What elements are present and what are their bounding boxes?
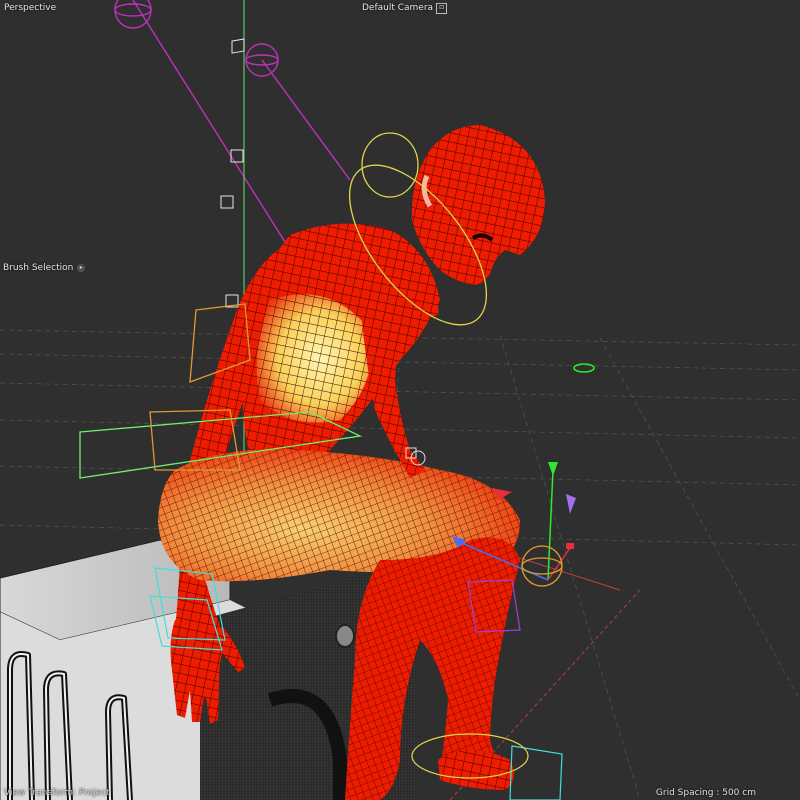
spine-controllers[interactable] (220, 38, 245, 308)
editor-viewport[interactable]: Perspective Default Camera ⊡ Brush Selec… (0, 0, 800, 800)
3d-scene[interactable] (0, 0, 800, 800)
brush-selection-menu[interactable]: Brush Selection ▸ (3, 262, 86, 274)
view-transform-label: View Transform: Project (4, 788, 110, 798)
null-object-marker[interactable] (573, 363, 595, 373)
grid-spacing-label: Grid Spacing : 500 cm (655, 788, 756, 798)
camera-label: Default Camera (362, 3, 434, 13)
projection-label[interactable]: Perspective (4, 2, 56, 14)
camera-menu-icon[interactable]: ⊡ (436, 2, 448, 14)
brush-selection-label: Brush Selection (3, 263, 74, 273)
dropdown-arrow-icon[interactable]: ▸ (77, 264, 86, 272)
camera-menu[interactable]: Default Camera ⊡ (362, 2, 448, 14)
projection-text: Perspective (4, 3, 57, 13)
